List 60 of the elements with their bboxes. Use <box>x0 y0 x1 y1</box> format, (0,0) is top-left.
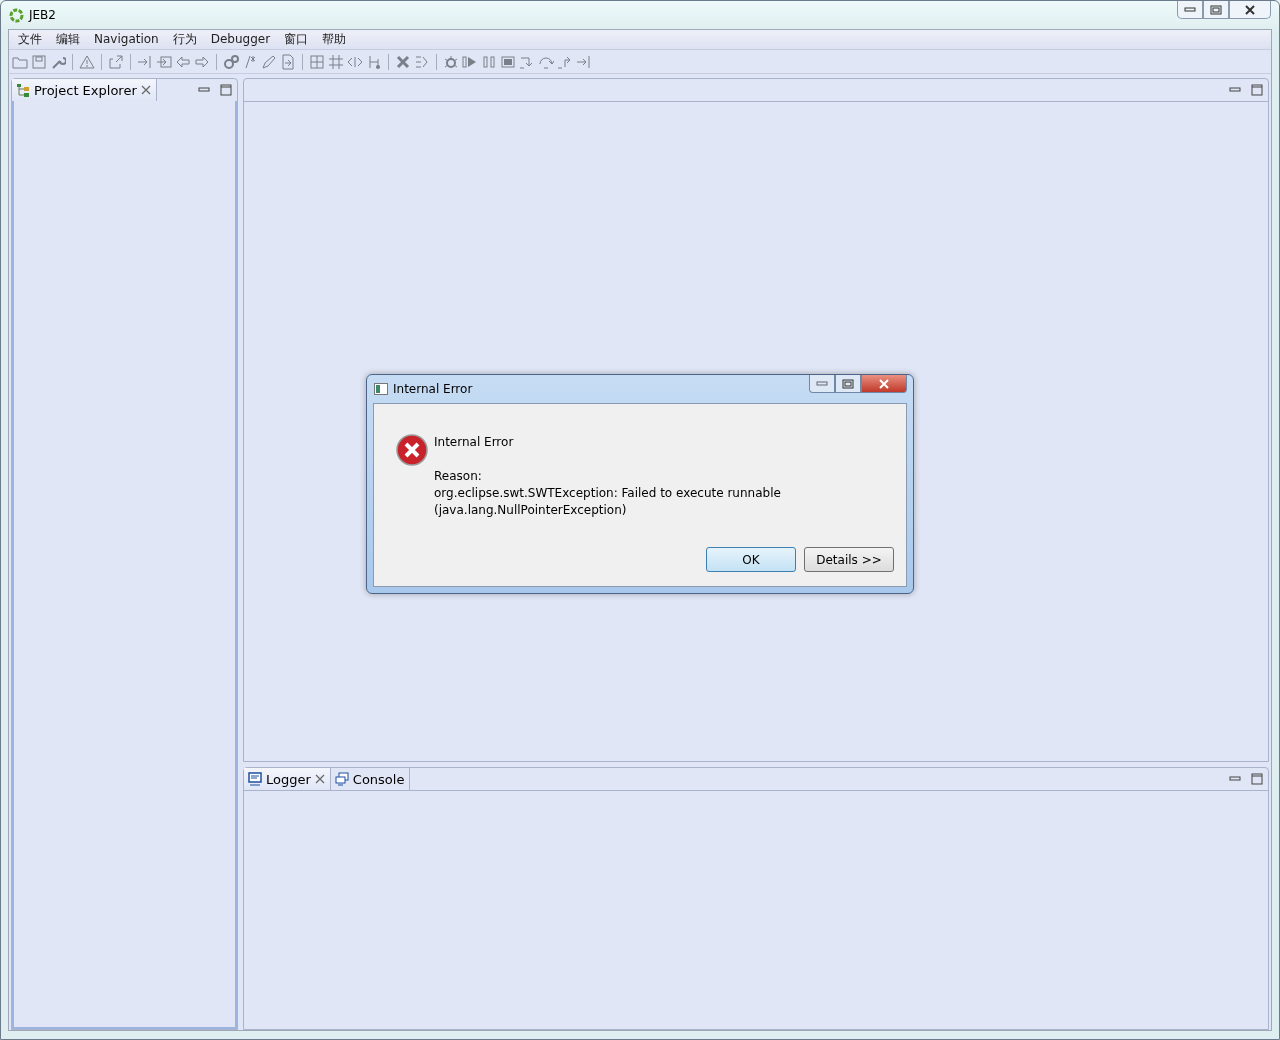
dialog-title: Internal Error <box>393 382 473 396</box>
comment-slash-icon[interactable] <box>242 53 258 70</box>
minimize-button[interactable] <box>809 375 835 393</box>
minimize-icon[interactable] <box>1229 86 1241 94</box>
minimize-icon[interactable] <box>1229 775 1241 783</box>
menu-item[interactable]: 行为 <box>165 30 204 49</box>
stop-icon[interactable] <box>500 53 516 70</box>
minimize-icon[interactable] <box>198 86 210 94</box>
dialog-button[interactable]: Details >> <box>804 547 894 572</box>
menu-item[interactable]: 窗口 <box>277 30 316 49</box>
restore-icon <box>1210 4 1222 15</box>
run-to-line-icon[interactable] <box>576 53 592 70</box>
close-icon <box>878 378 890 389</box>
minimize-button[interactable] <box>1177 1 1203 19</box>
pencil-icon[interactable] <box>261 53 277 70</box>
reason-label: Reason: <box>434 468 483 485</box>
close-icon <box>314 774 325 784</box>
close-button[interactable] <box>861 375 907 393</box>
window-title: JEB2 <box>29 8 56 22</box>
delete-icon[interactable] <box>395 53 411 70</box>
grid-icon[interactable] <box>328 53 344 70</box>
dialog-button[interactable]: OK <box>706 547 796 572</box>
document-arrow-icon[interactable] <box>280 53 296 70</box>
menu-item[interactable]: 帮助 <box>315 30 354 49</box>
console-icon <box>334 772 349 786</box>
play-icon[interactable] <box>462 53 478 70</box>
minimize-icon <box>1184 6 1196 13</box>
tree-icon <box>16 83 30 97</box>
panel-tab[interactable]: Console <box>330 768 411 790</box>
menu-item[interactable]: Debugger <box>203 30 278 49</box>
maximize-button[interactable] <box>1203 1 1229 19</box>
error-icon <box>396 434 428 466</box>
warning-icon[interactable] <box>79 53 95 70</box>
error-detail: (java.lang.NullPointerException) <box>434 502 628 519</box>
dialog-window-icon <box>374 383 388 395</box>
error-heading: Internal Error <box>434 434 515 451</box>
restore-icon <box>842 378 854 389</box>
close-icon <box>1244 4 1256 15</box>
branch-icon[interactable] <box>366 53 382 70</box>
arrow-into-box-icon[interactable] <box>156 53 172 70</box>
maximize-icon[interactable] <box>220 84 232 96</box>
maximize-button[interactable] <box>835 375 861 393</box>
maximize-icon[interactable] <box>1251 84 1263 96</box>
maximize-icon[interactable] <box>1251 773 1263 785</box>
menu-item[interactable]: 文件 <box>11 30 49 49</box>
close-icon <box>140 85 151 95</box>
monitor-icon <box>248 772 262 786</box>
grid-icon[interactable] <box>309 53 325 70</box>
panel-tab[interactable]: Project Explorer <box>12 79 157 101</box>
panel-tab[interactable]: Logger <box>244 768 331 790</box>
export-icon[interactable] <box>108 53 124 70</box>
menu-item[interactable]: Navigation <box>87 30 166 49</box>
pause-icon[interactable] <box>481 53 497 70</box>
close-button[interactable] <box>1229 1 1271 19</box>
save-icon[interactable] <box>31 53 47 70</box>
minimize-icon <box>816 380 828 387</box>
error-message: org.eclipse.swt.SWTException: Failed to execute runnable <box>434 485 781 502</box>
arrow-into-bracket-icon[interactable] <box>137 53 153 70</box>
app-logo-icon <box>9 7 24 23</box>
menu-item[interactable]: 编辑 <box>49 30 87 49</box>
